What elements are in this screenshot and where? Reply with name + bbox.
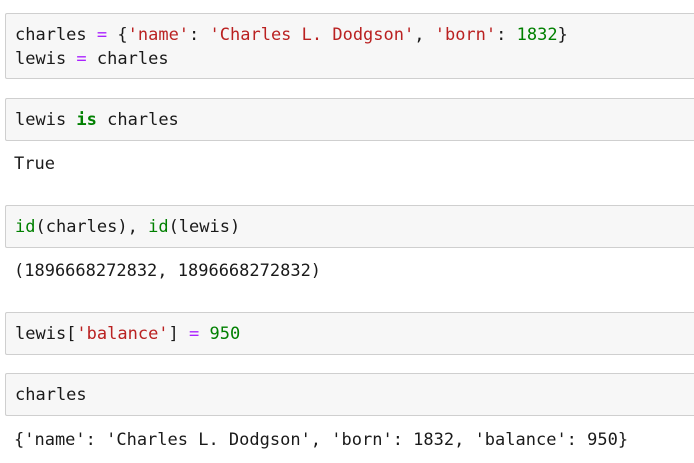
code-line: id(charles), id(lewis) [15,216,240,238]
code-token: lewis [15,110,77,130]
code-token: charles [96,110,179,130]
code-cell-1[interactable]: charles = {'name': 'Charles L. Dodgson',… [5,13,694,79]
code-token: 'born' [434,25,497,45]
code-token: : [496,25,517,45]
code-cell-5[interactable]: charles [5,373,694,416]
code-token: id [148,217,169,237]
code-token: 'name' [127,25,190,45]
code-token: (charles), [35,217,149,237]
code-cell-4[interactable]: lewis['balance'] = 950 [5,312,694,355]
code-token: = [96,25,108,45]
code-line: lewis = charles [15,48,169,70]
code-token: } [557,25,568,45]
code-token: = [76,49,87,69]
code-token: lewis[ [15,324,77,344]
code-token: = [189,324,200,344]
code-token: lewis [15,49,77,69]
cell-output-5: {'name': 'Charles L. Dodgson', 'born': 1… [14,430,629,450]
code-token: 'balance' [76,324,169,344]
code-token: , [414,25,435,45]
code-cell-2[interactable]: lewis is charles [5,98,694,141]
code-line: lewis['balance'] = 950 [15,323,240,345]
code-token: ] [168,324,190,344]
code-token: { [107,25,128,45]
code-token: 'Charles L. Dodgson' [209,25,415,45]
code-token: 950 [209,324,241,344]
code-token: : [189,25,210,45]
code-token: 1832 [516,25,558,45]
cell-output-3: (1896668272832, 1896668272832) [14,261,322,281]
code-token: charles [15,25,97,45]
code-token: is [76,110,97,130]
code-token: charles [86,49,169,69]
code-token: (lewis) [168,217,241,237]
code-token: charles [15,385,87,405]
code-line: charles = {'name': 'Charles L. Dodgson',… [15,24,568,46]
code-line: lewis is charles [15,109,179,131]
code-line: charles [15,384,87,406]
code-token: id [15,217,36,237]
code-cell-3[interactable]: id(charles), id(lewis) [5,205,694,248]
cell-output-2: True [14,154,55,174]
